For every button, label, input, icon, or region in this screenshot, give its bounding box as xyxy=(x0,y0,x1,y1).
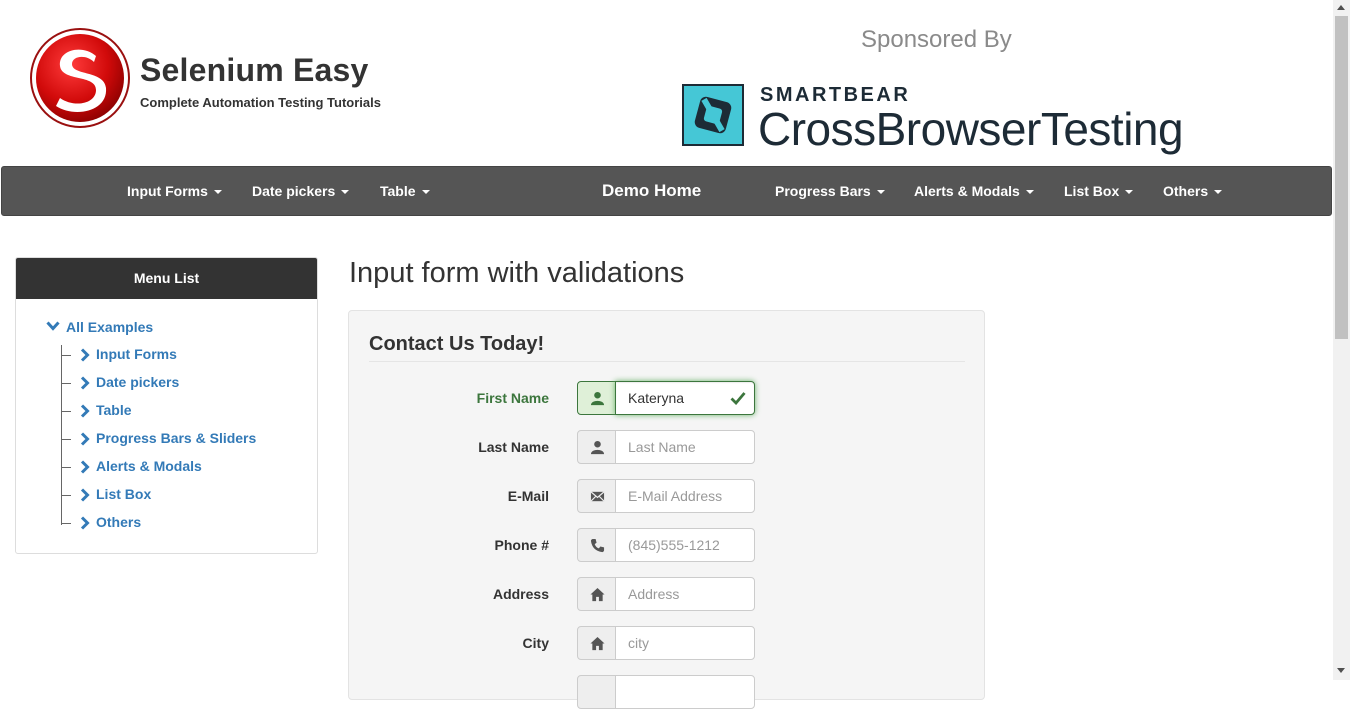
chevron-right-icon xyxy=(80,376,90,390)
caret-down-icon xyxy=(213,190,222,195)
tree-dash xyxy=(61,383,71,384)
phone-input[interactable] xyxy=(615,528,755,562)
nav-table[interactable]: Table xyxy=(380,167,430,215)
tree-dash xyxy=(61,439,71,440)
scrollbar-thumb[interactable] xyxy=(1335,16,1348,339)
city-group xyxy=(577,626,755,660)
next-field-group xyxy=(577,675,755,709)
smartbear-logo-icon[interactable] xyxy=(682,84,744,146)
caret-down-icon xyxy=(341,190,350,195)
sponsored-by-label: Sponsored By xyxy=(861,26,1012,53)
chevron-right-icon xyxy=(80,404,90,418)
sidebar-item-label: Others xyxy=(96,514,142,530)
sidebar-item-label: Table xyxy=(96,402,132,418)
site-logo[interactable] xyxy=(30,28,130,128)
home-icon-addon xyxy=(577,626,616,660)
chevron-right-icon xyxy=(80,488,90,502)
city-label: City xyxy=(522,635,549,651)
home-icon-addon xyxy=(577,577,616,611)
phone-icon-addon xyxy=(577,528,616,562)
nav-alerts-modals[interactable]: Alerts & Modals xyxy=(914,167,1034,215)
caret-down-icon xyxy=(1125,190,1134,195)
site-title: Selenium Easy xyxy=(140,52,369,88)
user-icon xyxy=(590,391,605,406)
form-legend: Contact Us Today! xyxy=(369,333,965,362)
nav-progress-bars-label: Progress Bars xyxy=(775,183,871,199)
tree-dash xyxy=(61,495,71,496)
contact-form: Contact Us Today! First Name Last Name E… xyxy=(348,310,985,709)
envelope-icon xyxy=(590,491,605,502)
caret-down-icon xyxy=(876,190,885,195)
scroll-down-arrow-icon[interactable] xyxy=(1337,668,1345,673)
address-input[interactable] xyxy=(615,577,755,611)
nav-others[interactable]: Others xyxy=(1163,167,1223,215)
menu-list-panel: Menu List All Examples Input Forms Date … xyxy=(15,257,318,554)
selenium-easy-logo-icon xyxy=(30,28,130,128)
sidebar-item-label: List Box xyxy=(96,486,152,502)
caret-down-icon xyxy=(421,190,430,195)
email-input[interactable] xyxy=(615,479,755,513)
email-label: E-Mail xyxy=(507,488,549,504)
chevron-down-icon xyxy=(46,321,60,331)
home-icon xyxy=(590,587,605,602)
field-icon-addon xyxy=(577,675,616,709)
last-name-label: Last Name xyxy=(478,439,549,455)
address-label: Address xyxy=(492,586,549,602)
sponsor-product[interactable]: CrossBrowserTesting xyxy=(758,102,1184,156)
nav-list-box-label: List Box xyxy=(1064,183,1120,199)
vertical-scrollbar[interactable] xyxy=(1333,0,1350,680)
user-icon-addon xyxy=(577,381,616,415)
sidebar-item-label: Date pickers xyxy=(96,374,180,390)
menu-list-title: Menu List xyxy=(16,258,317,299)
sidebar-item-label: Input Forms xyxy=(96,346,177,362)
first-name-group xyxy=(577,381,755,415)
tree-dash xyxy=(61,467,71,468)
caret-down-icon xyxy=(1214,190,1223,195)
user-icon-addon xyxy=(577,430,616,464)
phone-group xyxy=(577,528,755,562)
tree-root-label: All Examples xyxy=(66,319,154,335)
tree-connector-line xyxy=(61,345,62,525)
nav-date-pickers-label: Date pickers xyxy=(252,183,336,199)
check-icon xyxy=(730,392,746,405)
phone-icon xyxy=(590,538,605,553)
phone-label: Phone # xyxy=(494,537,549,553)
next-field-input[interactable] xyxy=(615,675,755,709)
nav-progress-bars[interactable]: Progress Bars xyxy=(775,167,885,215)
nav-list-box[interactable]: List Box xyxy=(1064,167,1134,215)
last-name-group xyxy=(577,430,755,464)
site-tagline: Complete Automation Testing Tutorials xyxy=(140,95,381,110)
chevron-right-icon xyxy=(80,460,90,474)
chevron-right-icon xyxy=(80,516,90,530)
sidebar-item-label: Progress Bars & Sliders xyxy=(96,430,257,446)
sidebar-item-label: Alerts & Modals xyxy=(96,458,202,474)
tree-dash xyxy=(61,411,71,412)
page-title: Input form with validations xyxy=(349,257,685,289)
envelope-icon-addon xyxy=(577,479,616,513)
tree-dash xyxy=(61,355,71,356)
nav-input-forms-label: Input Forms xyxy=(127,183,208,199)
city-input[interactable] xyxy=(615,626,755,660)
nav-input-forms[interactable]: Input Forms xyxy=(127,167,222,215)
nav-table-label: Table xyxy=(380,183,416,199)
nav-date-pickers[interactable]: Date pickers xyxy=(252,167,350,215)
scroll-up-arrow-icon[interactable] xyxy=(1337,5,1345,10)
email-group xyxy=(577,479,755,513)
address-group xyxy=(577,577,755,611)
last-name-input[interactable] xyxy=(615,430,755,464)
nav-demo-home[interactable]: Demo Home xyxy=(602,167,701,215)
main-navbar: Input Forms Date pickers Table Demo Home… xyxy=(1,166,1332,216)
first-name-label: First Name xyxy=(476,390,549,406)
caret-down-icon xyxy=(1025,190,1034,195)
chevron-right-icon xyxy=(80,348,90,362)
tree-dash xyxy=(61,523,71,524)
chevron-right-icon xyxy=(80,432,90,446)
nav-others-label: Others xyxy=(1163,183,1209,199)
nav-alerts-modals-label: Alerts & Modals xyxy=(914,183,1020,199)
home-icon xyxy=(590,636,605,651)
user-icon xyxy=(590,440,605,455)
tree-root-all-examples[interactable]: All Examples xyxy=(46,319,153,335)
